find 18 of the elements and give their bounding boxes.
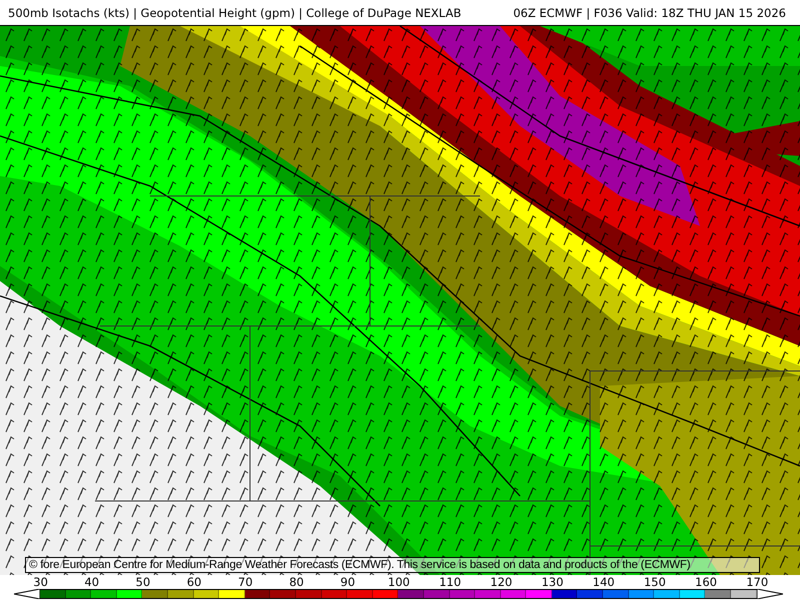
legend-label: 80 xyxy=(288,575,305,589)
legend-label: 50 xyxy=(134,575,152,589)
legend-label: 140 xyxy=(592,575,616,589)
legend-label: 170 xyxy=(745,575,770,589)
legend-label: 70 xyxy=(237,575,254,589)
legend-label: 150 xyxy=(642,575,667,589)
legend-label: 130 xyxy=(540,575,564,589)
legend-label: 160 xyxy=(694,575,718,589)
legend-label: 120 xyxy=(489,575,514,589)
legend-label: 90 xyxy=(339,575,356,589)
legend-label: 110 xyxy=(438,575,462,589)
legend-label: 40 xyxy=(83,575,100,589)
credit-text: © fore European Centre for Medium-Range Weather Forecasts (ECMWF). This service is based on data and products of the (ECMWF) xyxy=(25,557,760,573)
legend-label: 100 xyxy=(386,575,411,589)
model-run-info: 06Z ECMWF | F036 Valid: 18Z THU JAN 15 2026 xyxy=(513,6,786,20)
map-title: 500mb Isotachs (kts) | Geopotential Height (gpm) | College of DuPage NEXLAB xyxy=(8,6,462,20)
legend-label: 30 xyxy=(32,575,49,589)
legend-label: 60 xyxy=(186,575,202,589)
